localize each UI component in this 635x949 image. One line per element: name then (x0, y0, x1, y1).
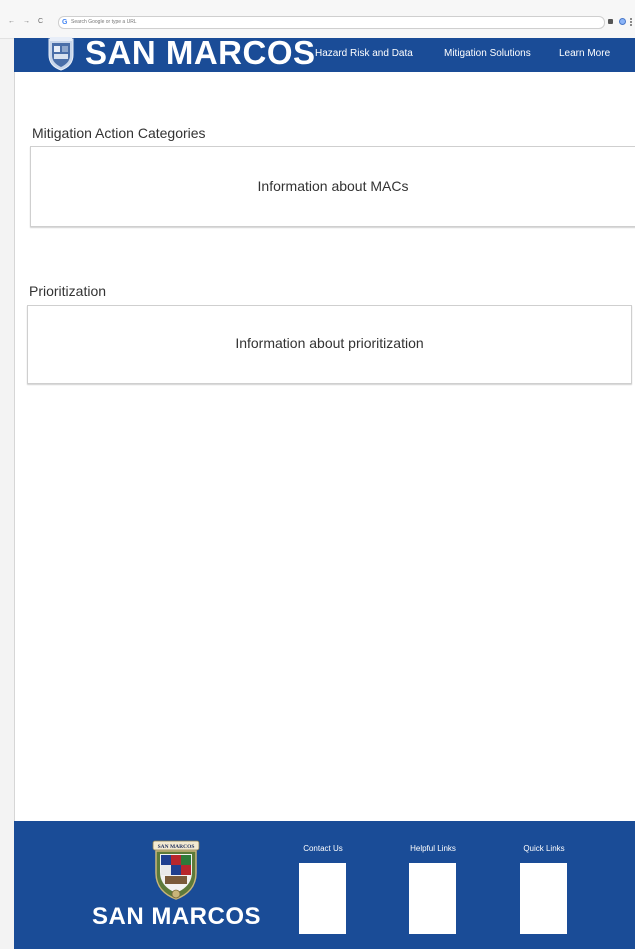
nav-learn-more[interactable]: Learn More (559, 48, 610, 60)
back-arrow-icon[interactable]: ← (8, 18, 15, 26)
city-seal-icon[interactable] (47, 37, 75, 71)
reload-icon[interactable]: C (38, 18, 43, 26)
extension-icon[interactable] (608, 19, 613, 24)
site-footer: SAN MARCOS SAN MARCOS Contact Us Helpful… (14, 821, 635, 949)
footer-city-seal-icon: SAN MARCOS (152, 840, 200, 900)
menu-kebab-icon[interactable] (630, 18, 632, 26)
footer-quick-links-title[interactable]: Quick Links (509, 844, 579, 854)
footer-quick-links-box (520, 863, 567, 934)
footer-seal-text: SAN MARCOS (158, 844, 195, 850)
forward-arrow-icon[interactable]: → (23, 18, 30, 26)
nav-hazard-risk-and-data[interactable]: Hazard Risk and Data (315, 48, 413, 60)
footer-helpful-links-box (409, 863, 456, 934)
footer-contact-us-box (299, 863, 346, 934)
address-bar[interactable]: G Search Google or type a URL (58, 16, 605, 29)
card-prioritization-text: Information about prioritization (235, 335, 424, 351)
footer-helpful-links-title[interactable]: Helpful Links (398, 844, 468, 854)
google-icon: G (62, 19, 68, 26)
section-title-prioritization: Prioritization (29, 283, 107, 299)
card-macs: Information about MACs (30, 146, 635, 227)
card-prioritization: Information about prioritization (27, 305, 632, 384)
site-logo-text[interactable]: SAN MARCOS (85, 35, 316, 71)
site-header: SAN MARCOS Hazard Risk and Data Mitigati… (14, 35, 635, 72)
profile-icon[interactable] (619, 18, 626, 25)
card-macs-text: Information about MACs (257, 178, 409, 194)
footer-contact-us-title[interactable]: Contact Us (288, 844, 358, 854)
page-frame (14, 0, 635, 949)
nav-mitigation-solutions[interactable]: Mitigation Solutions (444, 48, 531, 60)
section-title-mitigation-action-categories: Mitigation Action Categories (32, 125, 206, 141)
footer-logo-text[interactable]: SAN MARCOS (92, 902, 261, 932)
address-placeholder: Search Google or type a URL (71, 19, 137, 25)
